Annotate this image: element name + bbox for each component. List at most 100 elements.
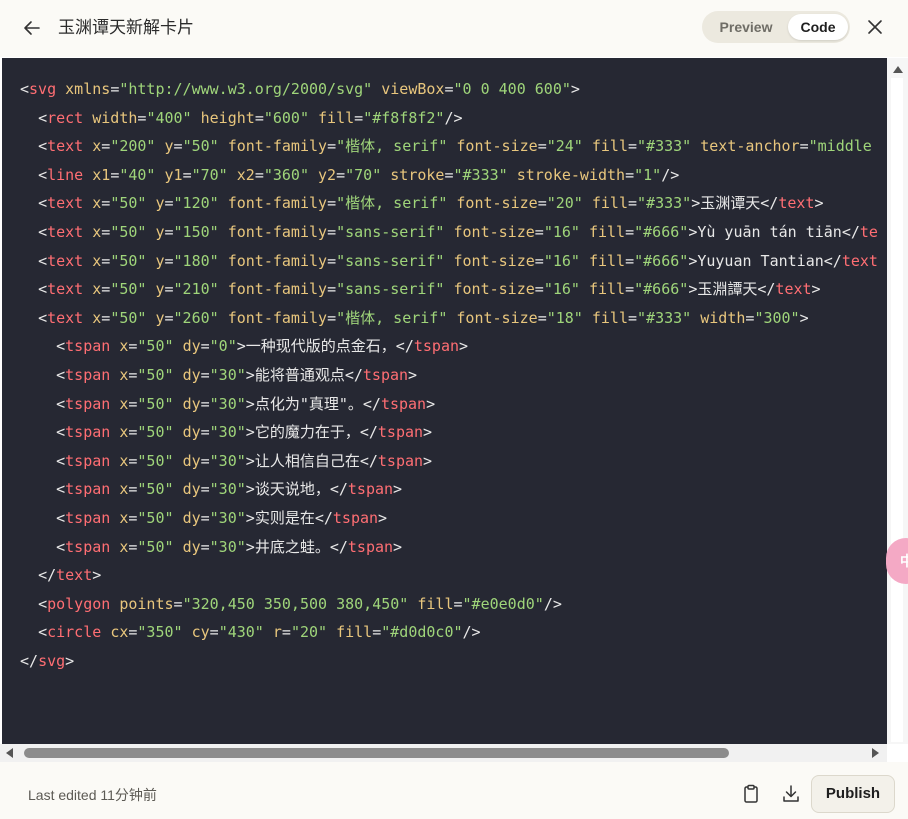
code-token-attr: font-family [227, 194, 328, 213]
code-token-attr: cy [191, 623, 210, 642]
download-icon [783, 785, 799, 802]
code-token-attr: fill [318, 108, 355, 127]
code-token-punct: </ [359, 451, 378, 470]
code-tab[interactable]: Code [788, 14, 848, 40]
code-token-attr: font-size [456, 194, 538, 213]
back-button[interactable] [18, 14, 46, 42]
code-token-punct: </ [359, 423, 378, 442]
code-token-str: "#e0e0d0" [462, 594, 544, 613]
code-token-attr: y [155, 251, 165, 270]
code-token-str: "210" [173, 280, 219, 299]
code-token-punct: = [254, 165, 264, 184]
code-line: <text x="50" y="210" font-family="sans-s… [2, 275, 887, 304]
code-token-tag: tspan [65, 480, 111, 499]
vertical-scrollbar[interactable] [887, 58, 908, 744]
code-token-punct: < [56, 394, 66, 413]
code-token-punct: = [173, 594, 183, 613]
code-token-attr: y1 [164, 165, 183, 184]
last-edited-text: Last edited 11分钟前 [28, 787, 157, 803]
scroll-right-arrow-icon[interactable] [872, 748, 879, 758]
code-token-punct: > [378, 508, 388, 527]
code-token-punct: = [354, 108, 364, 127]
code-token-punct: > [245, 365, 255, 384]
preview-tab[interactable]: Preview [706, 14, 786, 40]
code-token-tag: text [47, 280, 84, 299]
code-line: <tspan x="50" dy="30">点化为"真理"。</tspan> [2, 390, 887, 419]
code-token-attr: y [155, 280, 165, 299]
code-token-attr: fill [591, 194, 628, 213]
code-token-txt: 它的魔力在于， [254, 423, 360, 442]
horizontal-scrollbar[interactable] [0, 744, 887, 762]
code-token-attr: font-family [227, 222, 328, 241]
copy-button[interactable] [740, 783, 762, 805]
code-token-punct: > [393, 480, 403, 499]
code-token-tag: svg [29, 80, 57, 98]
code-token-attr: font-family [227, 280, 328, 299]
code-token-str: "#d0d0c0" [381, 623, 463, 642]
code-token-attr: dy [182, 394, 201, 413]
code-token-txt: 让人相信自己在 [254, 451, 360, 470]
code-token-punct: </ [314, 508, 333, 527]
code-token-attr: cx [110, 623, 129, 642]
code-token-str: "260" [173, 308, 219, 327]
code-token-punct: < [38, 165, 48, 184]
code-token-tag: text [56, 566, 93, 585]
code-token-attr: fill [591, 137, 628, 156]
scroll-left-arrow-icon[interactable] [6, 748, 13, 758]
code-token-attr: dy [182, 537, 201, 556]
code-token-punct: = [200, 537, 210, 556]
code-token-attr: dy [182, 451, 201, 470]
artifact-header: 玉渊谭天新解卡片 Preview Code [0, 0, 908, 57]
view-toggle: Preview Code [702, 11, 850, 43]
code-token-punct: </ [823, 251, 842, 270]
scroll-up-arrow-icon[interactable] [893, 66, 903, 73]
code-token-str: "360" [263, 165, 309, 184]
code-lines: <svg xmlns="http://www.w3.org/2000/svg" … [2, 75, 887, 675]
code-token-attr: text-anchor [700, 137, 800, 156]
code-token-punct: = [110, 165, 120, 184]
download-button[interactable] [780, 783, 802, 805]
code-viewer[interactable]: <svg xmlns="http://www.w3.org/2000/svg" … [2, 58, 887, 744]
close-button[interactable] [862, 14, 888, 40]
code-token-str: "50" [137, 451, 174, 470]
code-token-tag: tspan [65, 508, 111, 527]
code-token-punct: > [65, 651, 75, 670]
horizontal-scroll-thumb[interactable] [24, 748, 729, 758]
code-token-punct: > [814, 194, 824, 213]
code-token-punct: </ [362, 394, 381, 413]
code-token-tag: tspan [332, 508, 379, 527]
code-token-attr: y [164, 137, 174, 156]
code-token-punct: = [200, 508, 210, 527]
code-token-punct: </ [757, 280, 776, 299]
code-token-txt: Yuyuan Tantian [697, 251, 824, 270]
code-token-punct: = [534, 251, 544, 270]
code-token-txt: 一种现代版的点金石， [245, 337, 396, 356]
code-token-str: "楷体, serif" [336, 137, 448, 156]
vertical-scroll-thumb[interactable] [891, 78, 903, 742]
code-token-str: "#666" [634, 280, 689, 299]
code-token-attr: width [92, 108, 138, 127]
code-token-punct: < [56, 365, 66, 384]
code-token-punct: > [92, 566, 102, 585]
publish-button[interactable]: Publish [811, 775, 895, 813]
code-token-attr: font-size [453, 222, 535, 241]
